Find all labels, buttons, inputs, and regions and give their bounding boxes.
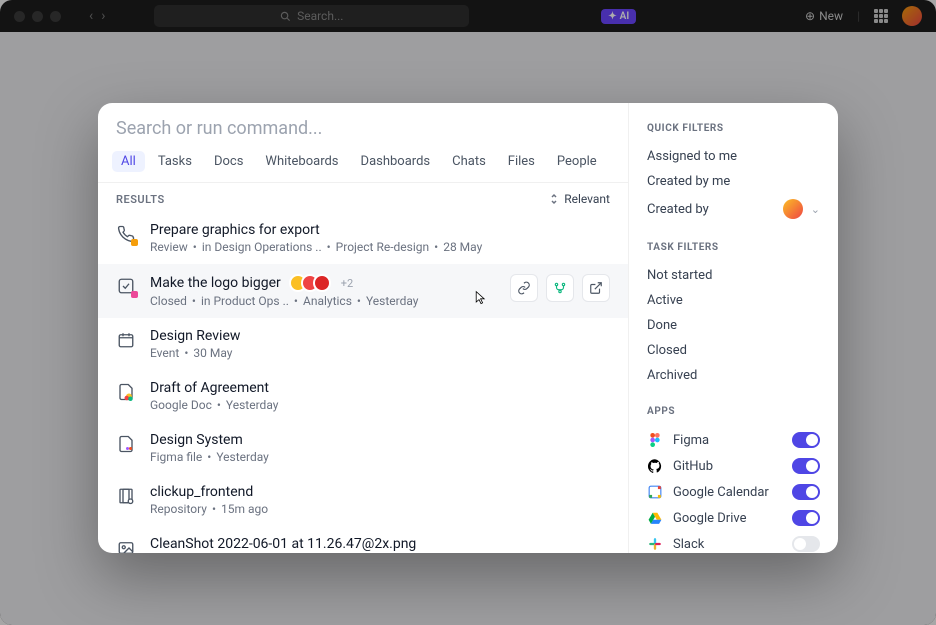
open-button[interactable] <box>582 274 610 302</box>
task-filter-item[interactable]: Closed <box>647 338 820 363</box>
link-button[interactable] <box>510 274 538 302</box>
task-filter-item[interactable]: Not started <box>647 263 820 288</box>
gdrive-icon <box>647 510 663 526</box>
result-item[interactable]: Draft of Agreement Google Doc•Yesterday <box>98 370 628 422</box>
result-item[interactable]: Prepare graphics for export Review•in Des… <box>98 212 628 264</box>
result-meta: Repository•15m ago <box>150 502 610 516</box>
task-filter-item[interactable]: Archived <box>647 363 820 388</box>
app-toggle[interactable] <box>792 458 820 474</box>
task-filter-item[interactable]: Done <box>647 313 820 338</box>
app-name: GitHub <box>673 459 782 474</box>
app-name: Slack <box>673 537 782 552</box>
sort-icon <box>549 193 559 205</box>
app-toggle[interactable] <box>792 536 820 552</box>
result-meta: Closed•in Product Ops ..•Analytics•Yeste… <box>150 294 496 308</box>
app-row: Slack <box>647 531 820 553</box>
chevron-down-icon: ⌄ <box>811 203 820 216</box>
filters-sidebar: QUICK FILTERS Assigned to meCreated by m… <box>628 103 838 553</box>
figma-icon <box>647 432 663 448</box>
task-filters-heading: TASK FILTERS <box>647 242 820 253</box>
tab-dashboards[interactable]: Dashboards <box>352 151 440 172</box>
tab-people[interactable]: People <box>548 151 606 172</box>
check-icon <box>116 276 136 296</box>
quick-filter-item[interactable]: Created by me <box>647 169 820 194</box>
quick-filter-item[interactable]: Created by⌄ <box>647 194 820 224</box>
results-list: Prepare graphics for export Review•in Des… <box>98 212 628 553</box>
result-title: Design Review <box>150 328 240 344</box>
tab-all[interactable]: All <box>112 151 145 172</box>
result-item[interactable]: Make the logo bigger +2 Closed•in Product … <box>98 264 628 318</box>
task-filter-item[interactable]: Active <box>647 288 820 313</box>
sort-button[interactable]: Relevant <box>549 192 610 206</box>
app-name: Google Drive <box>673 511 782 526</box>
phone-icon <box>116 224 136 244</box>
result-title: clickup_frontend <box>150 484 253 500</box>
result-title: Design System <box>150 432 243 448</box>
github-icon <box>647 458 663 474</box>
app-name: Google Calendar <box>673 485 782 500</box>
results-heading: RESULTS <box>116 193 165 206</box>
app-toggle[interactable] <box>792 484 820 500</box>
app-toggle[interactable] <box>792 510 820 526</box>
app-name: Figma <box>673 433 782 448</box>
app-row: Figma <box>647 427 820 453</box>
app-toggle[interactable] <box>792 432 820 448</box>
quick-filters-heading: QUICK FILTERS <box>647 123 820 134</box>
tab-whiteboards[interactable]: Whiteboards <box>256 151 347 172</box>
gcal-icon <box>647 484 663 500</box>
result-title: Prepare graphics for export <box>150 222 320 238</box>
result-meta: Event•30 May <box>150 346 610 360</box>
result-item[interactable]: Design Review Event•30 May <box>98 318 628 370</box>
tab-tasks[interactable]: Tasks <box>149 151 201 172</box>
repo-icon <box>116 486 136 506</box>
result-meta: Google Doc•Yesterday <box>150 398 610 412</box>
result-item[interactable]: Design System Figma file•Yesterday <box>98 422 628 474</box>
app-row: Google Drive <box>647 505 820 531</box>
branch-button[interactable] <box>546 274 574 302</box>
result-item[interactable]: clickup_frontend Repository•15m ago <box>98 474 628 526</box>
gdoc-icon <box>116 382 136 402</box>
apps-heading: APPS <box>647 406 820 417</box>
app-row: GitHub <box>647 453 820 479</box>
assignee-avatar <box>313 274 331 292</box>
app-row: Google Calendar <box>647 479 820 505</box>
command-palette: Search or run command... AllTasksDocsWhi… <box>98 103 838 553</box>
assignee-overflow: +2 <box>341 277 353 290</box>
result-title: Draft of Agreement <box>150 380 269 396</box>
sort-label: Relevant <box>564 192 610 206</box>
quick-filter-item[interactable]: Assigned to me <box>647 144 820 169</box>
result-meta: Figma file•Yesterday <box>150 450 610 464</box>
slack-icon <box>647 536 663 552</box>
user-avatar <box>783 199 803 219</box>
command-search-input[interactable]: Search or run command... <box>98 103 628 139</box>
result-title: Make the logo bigger <box>150 275 281 291</box>
result-meta: Review•in Design Operations ..•Project R… <box>150 240 610 254</box>
filter-tabs: AllTasksDocsWhiteboardsDashboardsChatsFi… <box>98 139 628 183</box>
tab-chats[interactable]: Chats <box>443 151 495 172</box>
image-icon <box>116 538 136 553</box>
tab-files[interactable]: Files <box>499 151 544 172</box>
tab-docs[interactable]: Docs <box>205 151 252 172</box>
calendar-icon <box>116 330 136 350</box>
result-item[interactable]: CleanShot 2022-06-01 at 11.26.47@2x.pngI… <box>98 526 628 553</box>
figma-icon <box>116 434 136 454</box>
result-title: CleanShot 2022-06-01 at 11.26.47@2x.png <box>150 536 416 552</box>
